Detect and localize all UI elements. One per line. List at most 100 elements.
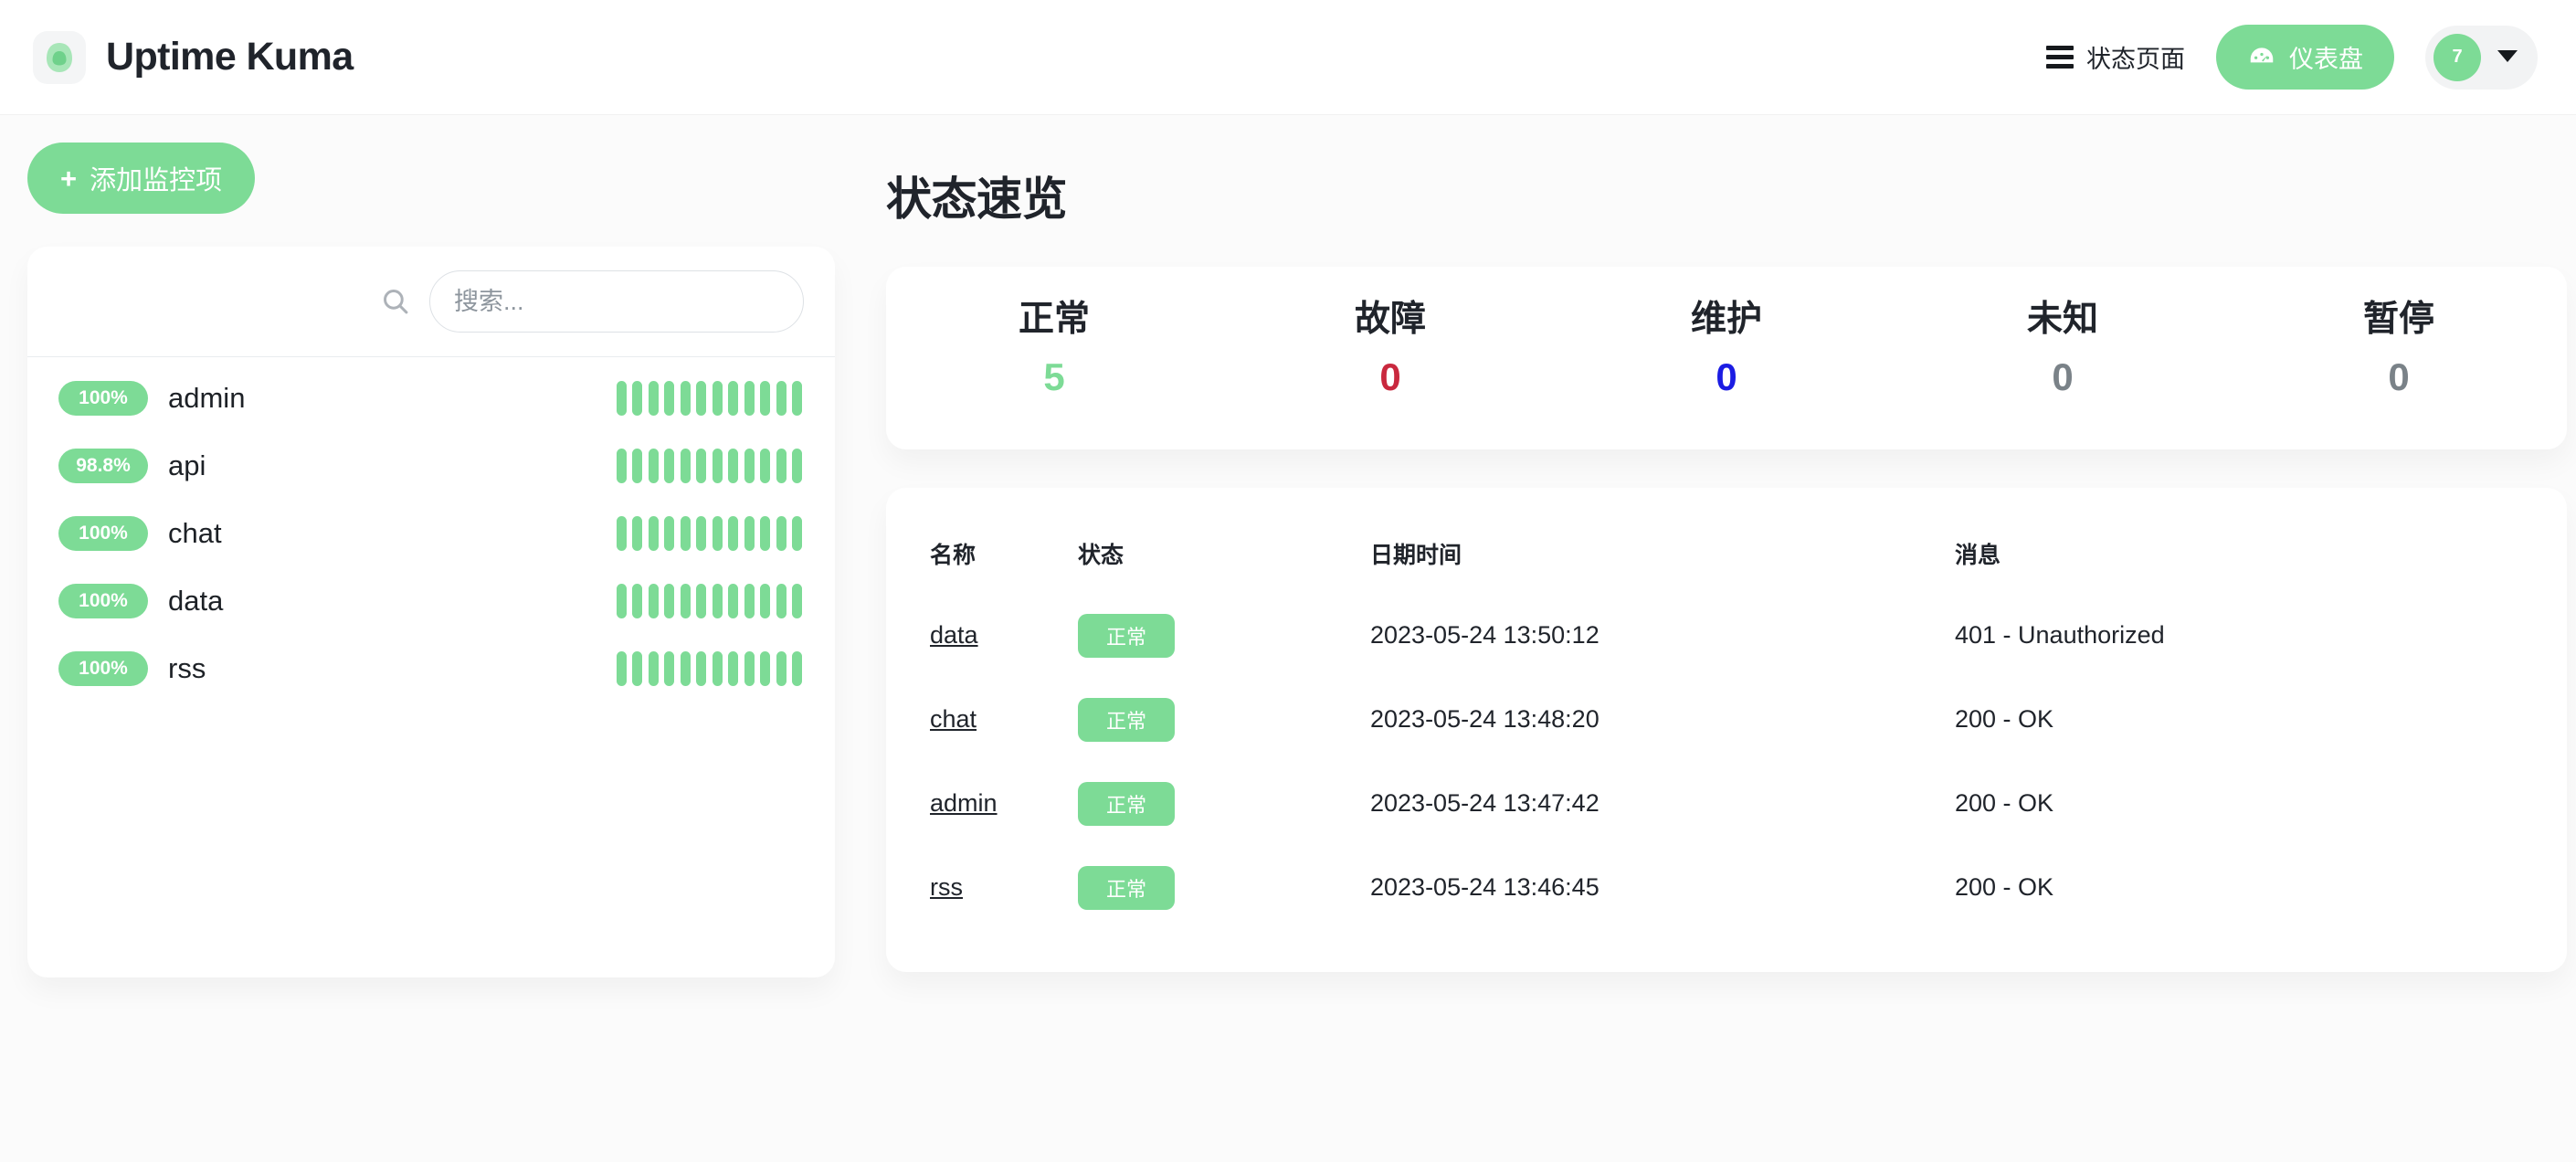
search-input[interactable] [429, 270, 804, 333]
heartbeat-tick [680, 516, 691, 551]
event-monitor-link[interactable]: rss [930, 873, 963, 901]
heartbeat-tick [744, 516, 755, 551]
event-monitor-link[interactable]: chat [930, 705, 977, 733]
heartbeat-bar[interactable] [616, 584, 802, 618]
events-card: 名称 状态 日期时间 消息 data 正常 2023-05-24 13:50:12 4… [886, 487, 2567, 972]
app-header: Uptime Kuma 状态页面 仪表盘 7 [0, 0, 2576, 115]
heartbeat-bar[interactable] [616, 449, 802, 483]
event-monitor-link[interactable]: admin [930, 789, 998, 817]
heartbeat-bar[interactable] [616, 651, 802, 686]
event-message-cell: 200 - OK [1955, 789, 2054, 818]
heartbeat-tick [664, 449, 674, 483]
heartbeat-tick [776, 516, 787, 551]
heartbeat-tick [616, 381, 627, 416]
brand-title: Uptime Kuma [106, 35, 354, 79]
heartbeat-tick [760, 584, 770, 618]
status-page-link[interactable]: 状态页面 [2046, 39, 2185, 75]
avatar: 7 [2433, 33, 2481, 81]
heartbeat-tick [712, 381, 723, 416]
heartbeat-bar[interactable] [616, 516, 802, 551]
stat-value: 0 [2388, 354, 2410, 398]
status-badge: 正常 [1078, 865, 1175, 910]
heartbeat-bar[interactable] [616, 381, 802, 416]
monitor-list-item[interactable]: 100% data [27, 567, 835, 635]
heartbeat-tick [792, 584, 802, 618]
monitor-sidebar: + 添加监控项 100% admin 98.8% api 100% chat 100% dat… [0, 115, 868, 1162]
stat-value: 5 [1043, 354, 1065, 398]
uptime-badge: 100% [58, 584, 148, 618]
stat-label: 维护 [1690, 300, 1762, 339]
event-monitor-link[interactable]: data [930, 621, 978, 649]
monitor-name: admin [168, 382, 246, 414]
heartbeat-tick [712, 516, 723, 551]
table-row: rss 正常 2023-05-24 13:46:45 200 - OK [886, 846, 2567, 930]
event-status-cell: 正常 [1078, 846, 1370, 930]
column-header-name: 名称 [930, 542, 977, 568]
heartbeat-tick [792, 651, 802, 686]
heartbeat-tick [728, 651, 738, 686]
hamburger-icon [2046, 46, 2074, 69]
monitor-list-item[interactable]: 100% rss [27, 635, 835, 702]
dashboard-label: 仪表盘 [2289, 46, 2363, 73]
event-datetime-cell: 2023-05-24 13:50:12 [1370, 621, 1599, 650]
heartbeat-tick [712, 651, 723, 686]
heartbeat-tick [632, 651, 642, 686]
heartbeat-tick [648, 449, 659, 483]
monitor-list-item[interactable]: 100% chat [27, 500, 835, 567]
add-monitor-button[interactable]: + 添加监控项 [27, 143, 256, 214]
heartbeat-tick [760, 381, 770, 416]
heartbeat-tick [744, 381, 755, 416]
event-name-cell: chat [886, 678, 1078, 762]
heartbeat-tick [792, 449, 802, 483]
uptime-badge: 100% [58, 516, 148, 551]
heartbeat-tick [664, 516, 674, 551]
heartbeat-tick [776, 584, 787, 618]
event-message-cell: 200 - OK [1955, 873, 2054, 902]
monitor-name: rss [168, 652, 206, 684]
monitor-list-item[interactable]: 100% admin [27, 364, 835, 432]
heartbeat-tick [632, 516, 642, 551]
heartbeat-tick [712, 584, 723, 618]
heartbeat-tick [696, 449, 706, 483]
heartbeat-tick [776, 449, 787, 483]
heartbeat-tick [664, 584, 674, 618]
stat-label: 正常 [1018, 300, 1090, 339]
event-message-cell: 401 - Unauthorized [1955, 621, 2165, 650]
brand[interactable]: Uptime Kuma [33, 30, 354, 84]
heartbeat-tick [632, 584, 642, 618]
event-name-cell: data [886, 594, 1078, 678]
stat-0: 正常 5 [886, 294, 1222, 407]
heartbeat-tick [616, 584, 627, 618]
stat-label: 未知 [2026, 300, 2098, 339]
heartbeat-tick [664, 651, 674, 686]
search-icon[interactable] [380, 286, 411, 317]
uptime-badge: 100% [58, 381, 148, 416]
uptime-badge: 98.8% [58, 449, 148, 483]
stat-value: 0 [1379, 354, 1401, 398]
monitor-name: data [168, 585, 224, 617]
event-message-cell: 200 - OK [1955, 705, 2054, 734]
heartbeat-tick [744, 584, 755, 618]
heartbeat-tick [728, 516, 738, 551]
event-datetime-cell: 2023-05-24 13:48:20 [1370, 705, 1599, 734]
events-table: 名称 状态 日期时间 消息 data 正常 2023-05-24 13:50:12 4… [886, 513, 2567, 930]
dashboard-button[interactable]: 仪表盘 [2216, 25, 2394, 90]
stat-1: 故障 0 [1222, 294, 1558, 407]
stat-value: 0 [1716, 354, 1737, 398]
event-datetime-cell: 2023-05-24 13:47:42 [1370, 789, 1599, 818]
stat-label: 故障 [1354, 300, 1426, 339]
heartbeat-tick [760, 516, 770, 551]
stat-2: 维护 0 [1558, 294, 1895, 407]
monitor-name: chat [168, 517, 222, 549]
heartbeat-tick [680, 651, 691, 686]
heartbeat-tick [632, 449, 642, 483]
user-menu[interactable]: 7 [2425, 25, 2538, 90]
heartbeat-tick [760, 449, 770, 483]
status-badge: 正常 [1078, 613, 1175, 658]
heartbeat-tick [696, 651, 706, 686]
event-status-cell: 正常 [1078, 762, 1370, 846]
heartbeat-tick [728, 449, 738, 483]
heartbeat-tick [648, 381, 659, 416]
monitor-list-item[interactable]: 98.8% api [27, 432, 835, 500]
heartbeat-tick [712, 449, 723, 483]
